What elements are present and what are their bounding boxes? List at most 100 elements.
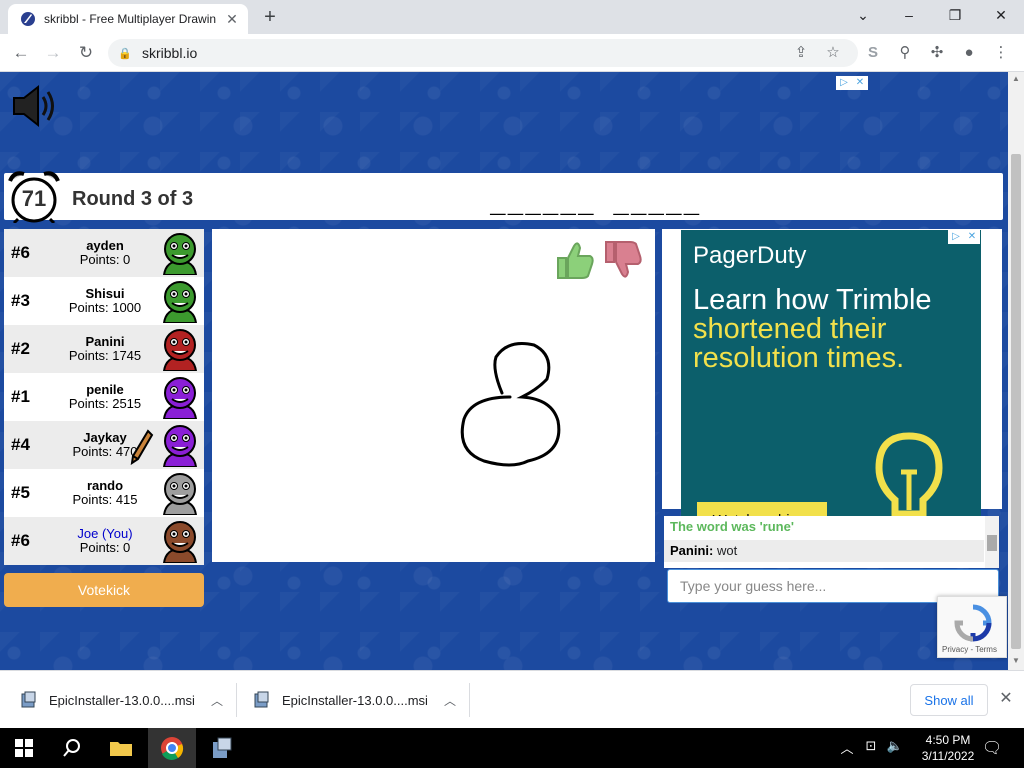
adchoices-close-icon[interactable]: ✕ [964,230,980,244]
browser-tab[interactable]: skribbl - Free Multiplayer Drawin ✕ [8,4,248,34]
downloads-close-icon[interactable]: ✕ [996,689,1016,709]
downloads-bar: EpicInstaller-13.0.0....msi ︿ EpicInstal… [0,670,1024,728]
reload-icon[interactable]: ↻ [73,41,99,65]
player-name: rando [86,478,124,493]
pencil-icon [130,429,154,465]
adchoices[interactable]: ▷ ✕ [948,230,980,244]
address-bar[interactable]: 🔒 skribbl.io [108,39,858,67]
new-tab-icon[interactable]: + [258,6,282,30]
installer-file-icon [21,691,36,708]
chat-author: Panini: [670,543,714,558]
installer-icon[interactable] [198,728,246,768]
player-name: Panini [85,334,125,349]
player-name: ayden [86,238,124,253]
votekick-button[interactable]: Votekick [4,573,204,607]
back-icon[interactable]: ← [8,41,34,65]
bookmark-star-icon[interactable]: ☆ [822,42,844,64]
scroll-thumb[interactable] [1011,154,1021,649]
player-avatar-icon [162,473,198,515]
advertisement[interactable]: PagerDuty Learn how Trimble shortened th… [681,230,981,550]
sound-icon[interactable] [10,84,60,128]
file-explorer-icon[interactable] [97,728,145,768]
menu-kebab-icon[interactable]: ⋮ [990,42,1012,64]
system-clock[interactable]: 4:50 PM 3/11/2022 [918,732,978,764]
thumbs-up-icon[interactable] [554,238,596,282]
player-row[interactable]: #6 ayden Points: 0 [4,229,204,277]
scroll-down-icon[interactable]: ▼ [1008,656,1024,665]
chat-log: The word was 'rune' Panini: wot [664,516,999,568]
network-icon[interactable]: ⊡ [862,738,880,758]
download-item[interactable]: EpicInstaller-13.0.0....msi ︿ [20,671,223,729]
word-hint: ______ _____ [490,190,702,220]
minimize-icon[interactable]: – [886,0,932,30]
tab-close-icon[interactable]: ✕ [224,11,240,28]
volume-icon[interactable]: 🔈 [886,738,904,758]
tray-chevron-icon[interactable]: ︿ [838,738,856,758]
windows-start-icon[interactable] [0,728,48,768]
installer-file-icon [254,691,269,708]
player-avatar-icon [162,377,198,419]
tab-title: skribbl - Free Multiplayer Drawin [44,12,217,26]
player-row[interactable]: #6 Joe (You) Points: 0 [4,517,204,565]
divider [236,683,237,717]
zoom-icon[interactable]: ⚲ [894,42,916,64]
search-icon[interactable] [48,728,96,768]
player-rank: #2 [11,339,30,358]
skribbl-favicon-icon [21,12,35,26]
adchoices-close-icon[interactable]: ✕ [852,76,868,90]
recaptcha-icon [954,604,992,642]
divider [469,683,470,717]
chevron-up-icon[interactable]: ︿ [211,692,223,709]
show-all-button[interactable]: Show all [910,684,988,716]
lock-icon: 🔒 [118,47,132,60]
player-points: Points: 415 [72,492,138,507]
player-avatar-icon [162,329,198,371]
forward-icon[interactable]: → [40,41,66,65]
player-rank: #5 [11,483,30,502]
chat-message: Panini: wot [664,540,984,562]
player-points: Points: 1000 [68,300,142,315]
recaptcha-badge[interactable]: Privacy - Terms [937,596,1007,658]
restore-icon[interactable]: ❐ [932,0,978,30]
player-row[interactable]: #5 rando Points: 415 [4,469,204,517]
download-filename: EpicInstaller-13.0.0....msi [49,692,195,708]
profile-avatar-icon[interactable]: ● [958,42,980,64]
window-close-icon[interactable]: ✕ [978,0,1024,30]
player-avatar-icon [162,233,198,275]
notifications-icon[interactable]: 🗨 [982,738,1002,758]
clock-time: 4:50 PM [925,733,971,747]
timer-value: 71 [21,186,47,211]
player-list: #6 ayden Points: 0 #3 Shisui Points: 1000 #2 Pa… [4,229,204,565]
player-points: Points: 0 [79,252,131,267]
chrome-icon[interactable] [148,728,196,768]
share-icon[interactable]: ⇪ [790,42,812,64]
chevron-up-icon[interactable]: ︿ [444,692,456,709]
tab-strip: skribbl - Free Multiplayer Drawin ✕ + ⌄ … [0,0,1024,34]
ad-headline-highlight: shortened their resolution times. [693,313,905,374]
recaptcha-privacy-terms[interactable]: Privacy - Terms [942,645,997,654]
page-scrollbar[interactable]: ▲ ▼ [1008,72,1024,670]
adchoices-play-icon[interactable]: ▷ [836,76,852,90]
extension-s-icon[interactable]: S [862,42,884,64]
player-rank: #6 [11,531,30,550]
player-row[interactable]: #4 Jaykay Points: 470 [4,421,204,469]
skribbl-page: ▷ ✕ 71 Round 3 of 3 ______ _____ #6 ayden… [0,72,1008,670]
download-item[interactable]: EpicInstaller-13.0.0....msi ︿ [253,671,456,729]
player-row[interactable]: #3 Shisui Points: 1000 [4,277,204,325]
player-name: Joe (You) [77,526,133,541]
chat-scrollbar[interactable] [985,516,999,568]
player-rank: #1 [11,387,30,406]
adchoices-top[interactable]: ▷ ✕ [836,76,868,90]
thumbs-down-icon[interactable] [602,238,644,282]
player-points: Points: 2515 [68,396,142,411]
timer-clock: 71 [4,167,64,225]
scroll-up-icon[interactable]: ▲ [1008,74,1024,83]
player-row[interactable]: #2 Panini Points: 1745 [4,325,204,373]
adchoices-play-icon[interactable]: ▷ [948,230,964,244]
tab-search-icon[interactable]: ⌄ [840,0,886,30]
browser-toolbar: ← → ↻ 🔒 skribbl.io ⇪ ☆ S ⚲ ✣ ● ⋮ [0,34,1024,72]
extensions-puzzle-icon[interactable]: ✣ [926,42,948,64]
ad-headline: Learn how Trimble shortened their resolu… [693,286,963,373]
player-row[interactable]: #1 penile Points: 2515 [4,373,204,421]
chat-text: wot [716,543,738,558]
